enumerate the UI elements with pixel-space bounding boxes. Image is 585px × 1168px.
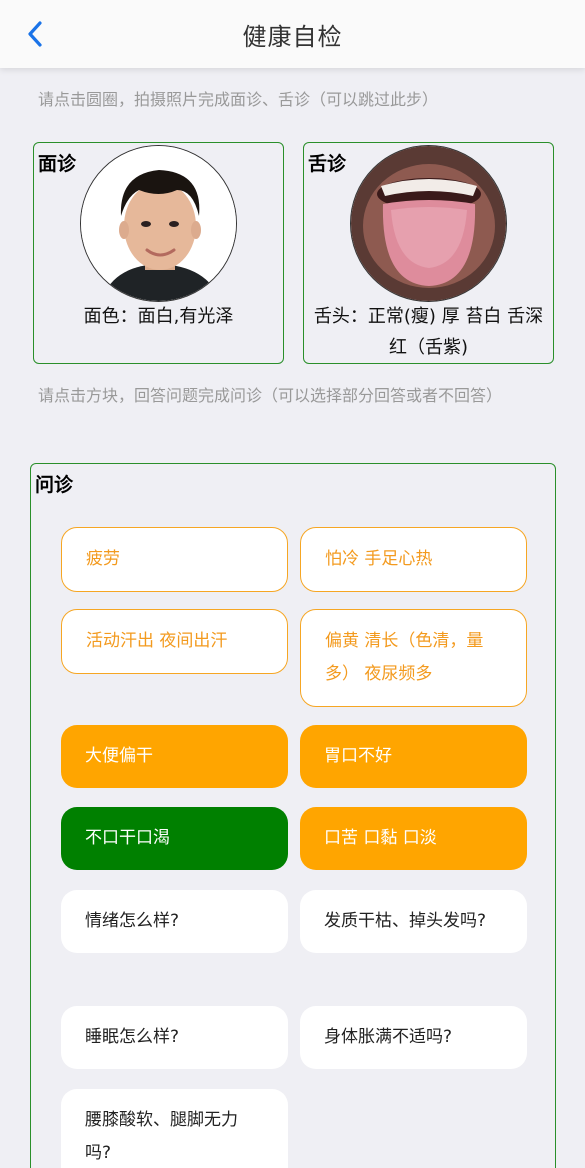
- inquiry-section: 问诊 疲劳 怕冷 手足心热 活动汗出 夜间出汗 偏黄 清长（色清，量多） 夜尿频…: [30, 463, 556, 1168]
- question-fatigue[interactable]: 疲劳: [61, 527, 288, 592]
- face-photo-image: [81, 146, 236, 301]
- face-result-text: 面色：面白,有光泽: [83, 306, 234, 327]
- question-cold-heat[interactable]: 怕冷 手足心热: [300, 527, 527, 592]
- tongue-result-text: 舌头：正常(瘦) 厚 苔白 舌深红（舌紫): [313, 306, 544, 358]
- tongue-diagnosis-label: 舌诊: [308, 153, 347, 175]
- top-nav-bar: 健康自检: [0, 0, 585, 68]
- question-appetite[interactable]: 胃口不好: [300, 725, 527, 788]
- question-stool[interactable]: 大便偏干: [61, 725, 288, 788]
- question-urine[interactable]: 偏黄 清长（色清，量多） 夜尿频多: [300, 609, 527, 707]
- question-hair[interactable]: 发质干枯、掉头发吗?: [300, 890, 527, 953]
- tongue-diagnosis-card[interactable]: 舌诊 舌头：正常(瘦) 厚 苔白 舌深红（舌紫): [303, 142, 554, 364]
- tongue-photo-image: [351, 146, 506, 301]
- face-diagnosis-card[interactable]: 面诊 面色：面白,有光泽: [33, 142, 284, 364]
- question-bloating[interactable]: 身体胀满不适吗?: [300, 1006, 527, 1069]
- question-sweating[interactable]: 活动汗出 夜间出汗: [61, 609, 288, 674]
- question-waist-knee[interactable]: 腰膝酸软、腿脚无力吗?: [61, 1089, 288, 1168]
- question-sleep[interactable]: 睡眠怎么样?: [61, 1006, 288, 1069]
- page-title: 健康自检: [242, 23, 343, 51]
- question-taste[interactable]: 口苦 口黏 口淡: [300, 807, 527, 870]
- inquiry-label: 问诊: [35, 474, 74, 496]
- question-hint: 请点击方块，回答问题完成问诊（可以选择部分回答或者不回答）: [38, 386, 503, 405]
- face-diagnosis-label: 面诊: [38, 153, 77, 175]
- question-mood[interactable]: 情绪怎么样?: [61, 890, 288, 953]
- face-photo[interactable]: [80, 145, 237, 302]
- tongue-photo[interactable]: [350, 145, 507, 302]
- question-thirst[interactable]: 不口干口渴: [61, 807, 288, 870]
- photo-hint: 请点击圆圈，拍摄照片完成面诊、舌诊（可以跳过此步）: [38, 90, 439, 109]
